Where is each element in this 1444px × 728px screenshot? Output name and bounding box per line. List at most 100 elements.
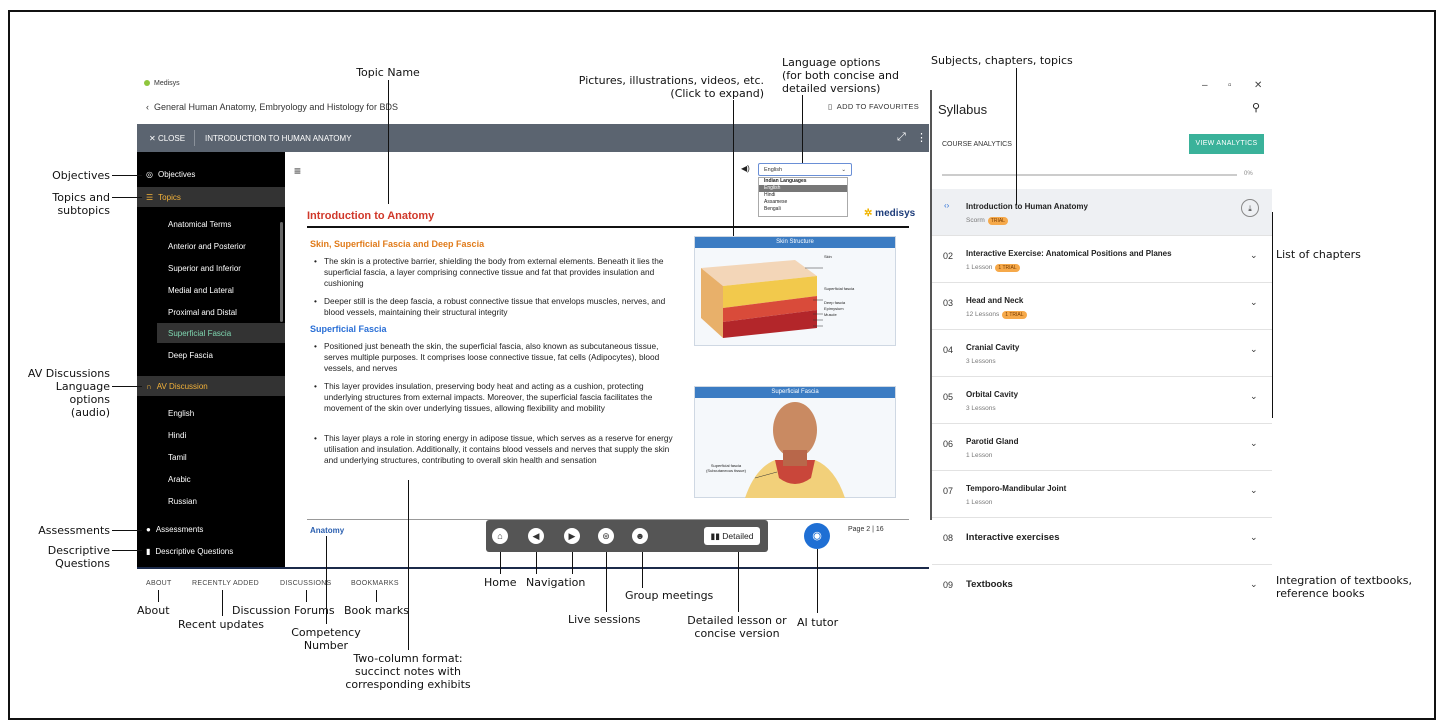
- sidebar-language[interactable]: Tamil: [168, 453, 187, 462]
- chapter-item[interactable]: 09 Textbooks ⌄: [932, 565, 1272, 612]
- chapter-item[interactable]: 04 Cranial Cavity 3 Lessons ⌄: [932, 330, 1272, 377]
- leader-line: [733, 100, 734, 236]
- next-button[interactable]: ▶: [564, 528, 580, 544]
- sidebar-language[interactable]: Hindi: [168, 431, 186, 440]
- add-to-favourites-button[interactable]: ▯ ADD TO FAVOURITES: [828, 102, 919, 111]
- expand-icon[interactable]: ⤢: [897, 131, 906, 144]
- bullet-text: Positioned just beneath the skin, the su…: [314, 341, 674, 374]
- competency-label[interactable]: Anatomy: [310, 526, 344, 535]
- broadcast-icon: ⊛: [602, 531, 610, 541]
- sidebar-item-av-discussion[interactable]: ∩ AV Discussion: [146, 382, 208, 391]
- nav-discussions[interactable]: DISCUSSIONS: [280, 580, 332, 587]
- language-select[interactable]: English ⌄: [758, 163, 852, 176]
- sidebar-language[interactable]: Arabic: [168, 475, 191, 484]
- annotation: List of chapters: [1276, 248, 1361, 261]
- chapter-item[interactable]: 07 Temporo-Mandibular Joint 1 Lesson ⌄: [932, 471, 1272, 518]
- chapter-item[interactable]: 06 Parotid Gland 1 Lesson ⌄: [932, 424, 1272, 471]
- annotation: Language options (for both concise and d…: [782, 56, 899, 95]
- download-icon[interactable]: ⤓: [1241, 199, 1259, 217]
- sidebar-subtopic[interactable]: Anatomical Terms: [168, 220, 231, 229]
- ai-tutor-button[interactable]: ◉: [804, 523, 830, 549]
- annotation: Assessments: [38, 524, 110, 537]
- annotation: Book marks: [344, 604, 409, 617]
- sidebar-subtopic-active[interactable]: Superficial Fascia: [168, 329, 231, 338]
- chapter-item[interactable]: 03 Head and Neck 12 Lessons 1 TRIAL ⌄: [932, 283, 1272, 330]
- speaker-icon[interactable]: ◀): [741, 164, 750, 173]
- progress-percent: 0%: [1244, 171, 1253, 177]
- chevron-down-icon[interactable]: ⌄: [1250, 438, 1258, 449]
- document-icon: ▮: [146, 547, 151, 556]
- sidebar-language[interactable]: English: [168, 409, 194, 418]
- view-analytics-button[interactable]: VIEW ANALYTICS: [1189, 134, 1264, 154]
- sidebar-language[interactable]: Russian: [168, 497, 197, 506]
- sidebar-subtopic[interactable]: Superior and Inferior: [168, 264, 241, 273]
- detailed-toggle-button[interactable]: ▮▮ Detailed: [704, 527, 760, 545]
- previous-button[interactable]: ◀: [528, 528, 544, 544]
- chevron-down-icon[interactable]: ⌄: [1250, 485, 1258, 496]
- more-menu-icon[interactable]: ⋮: [916, 131, 927, 144]
- bullet-text: The skin is a protective barrier, shield…: [314, 256, 674, 289]
- language-option[interactable]: English: [759, 185, 847, 192]
- chevron-down-icon[interactable]: ⌄: [1250, 391, 1258, 402]
- menu-icon[interactable]: ≡: [294, 164, 301, 178]
- annotation: AI tutor: [797, 616, 839, 629]
- sidebar-item-descriptive-questions[interactable]: ▮ Descriptive Questions: [146, 547, 233, 556]
- bookmark-icon: ▯: [828, 102, 833, 111]
- chevron-down-icon[interactable]: ⌄: [1250, 297, 1258, 308]
- bullet-text: This layer provides insulation, preservi…: [314, 381, 674, 414]
- annotation: Recent updates: [178, 618, 265, 631]
- nav-recently-added[interactable]: RECENTLY ADDED: [192, 580, 259, 587]
- home-icon: ⌂: [497, 531, 503, 541]
- close-window-icon[interactable]: ✕: [1254, 80, 1262, 91]
- chapter-item[interactable]: 05 Orbital Cavity 3 Lessons ⌄: [932, 377, 1272, 424]
- leader-line: [112, 550, 142, 551]
- superficial-fascia-image[interactable]: Superficial Fascia Superficial fascia (S…: [694, 386, 896, 498]
- chevron-down-icon[interactable]: ⌄: [1250, 532, 1258, 543]
- annotation: Live sessions: [568, 613, 641, 626]
- sidebar-item-topics[interactable]: ☰ Topics: [146, 193, 181, 202]
- progress-bar: [942, 174, 1237, 176]
- sidebar-subtopic[interactable]: Proximal and Distal: [168, 308, 237, 317]
- group-meeting-button[interactable]: ☻: [632, 528, 648, 544]
- bottom-nav-rule: [137, 567, 929, 569]
- live-session-button[interactable]: ⊛: [598, 528, 614, 544]
- search-icon[interactable]: ⚲: [1252, 101, 1260, 114]
- language-option[interactable]: Hindi: [759, 192, 847, 199]
- sidebar-scrollbar[interactable]: [280, 222, 283, 322]
- chapter-item[interactable]: 08 Interactive exercises ⌄: [932, 518, 1272, 565]
- list-icon: ☰: [146, 193, 154, 202]
- page-number: Page 2 | 16: [848, 526, 884, 533]
- language-option[interactable]: Bengali: [759, 206, 847, 213]
- annotation: Topic Name: [356, 66, 420, 79]
- course-title[interactable]: ‹ General Human Anatomy, Embryology and …: [146, 102, 398, 112]
- leader-line: [112, 386, 142, 387]
- home-button[interactable]: ⌂: [492, 528, 508, 544]
- sidebar-item-assessments[interactable]: ● Assessments: [146, 525, 203, 534]
- minimize-icon[interactable]: –: [1202, 80, 1208, 91]
- language-option[interactable]: Assamese: [759, 199, 847, 206]
- app-name: Medisys: [144, 80, 180, 87]
- divider: [194, 130, 195, 146]
- section-heading: Skin, Superficial Fascia and Deep Fascia: [310, 239, 485, 249]
- sidebar-item-objectives[interactable]: ◎ Objectives: [146, 170, 195, 179]
- chapter-item[interactable]: ‹› Introduction to Human Anatomy Scorm TR…: [932, 189, 1272, 236]
- sidebar-subtopic[interactable]: Medial and Lateral: [168, 286, 234, 295]
- annotation: Integration of textbooks, reference book…: [1276, 574, 1412, 600]
- chevron-down-icon[interactable]: ⌄: [1250, 250, 1258, 261]
- chapter-item[interactable]: 02 Interactive Exercise: Anatomical Posi…: [932, 236, 1272, 283]
- skin-structure-image[interactable]: Skin Structure Skin Superficial fascia D…: [694, 236, 896, 346]
- chevron-down-icon[interactable]: ⌄: [1250, 579, 1258, 590]
- sidebar-subtopic[interactable]: Deep Fascia: [168, 351, 213, 360]
- restore-icon[interactable]: ▫: [1228, 80, 1232, 91]
- chevron-down-icon[interactable]: ⌄: [1250, 344, 1258, 355]
- nav-about[interactable]: ABOUT: [146, 580, 172, 587]
- nav-bookmarks[interactable]: BOOKMARKS: [351, 580, 399, 587]
- annotation: Subjects, chapters, topics: [931, 54, 1073, 67]
- code-icon: ‹›: [944, 201, 950, 210]
- close-button[interactable]: ✕ CLOSE: [149, 134, 185, 143]
- leader-line: [606, 552, 607, 612]
- annotation: Group meetings: [625, 589, 714, 602]
- leader-line: [112, 197, 142, 198]
- sidebar-subtopic[interactable]: Anterior and Posterior: [168, 242, 246, 251]
- chevron-down-icon: ⌄: [841, 167, 846, 173]
